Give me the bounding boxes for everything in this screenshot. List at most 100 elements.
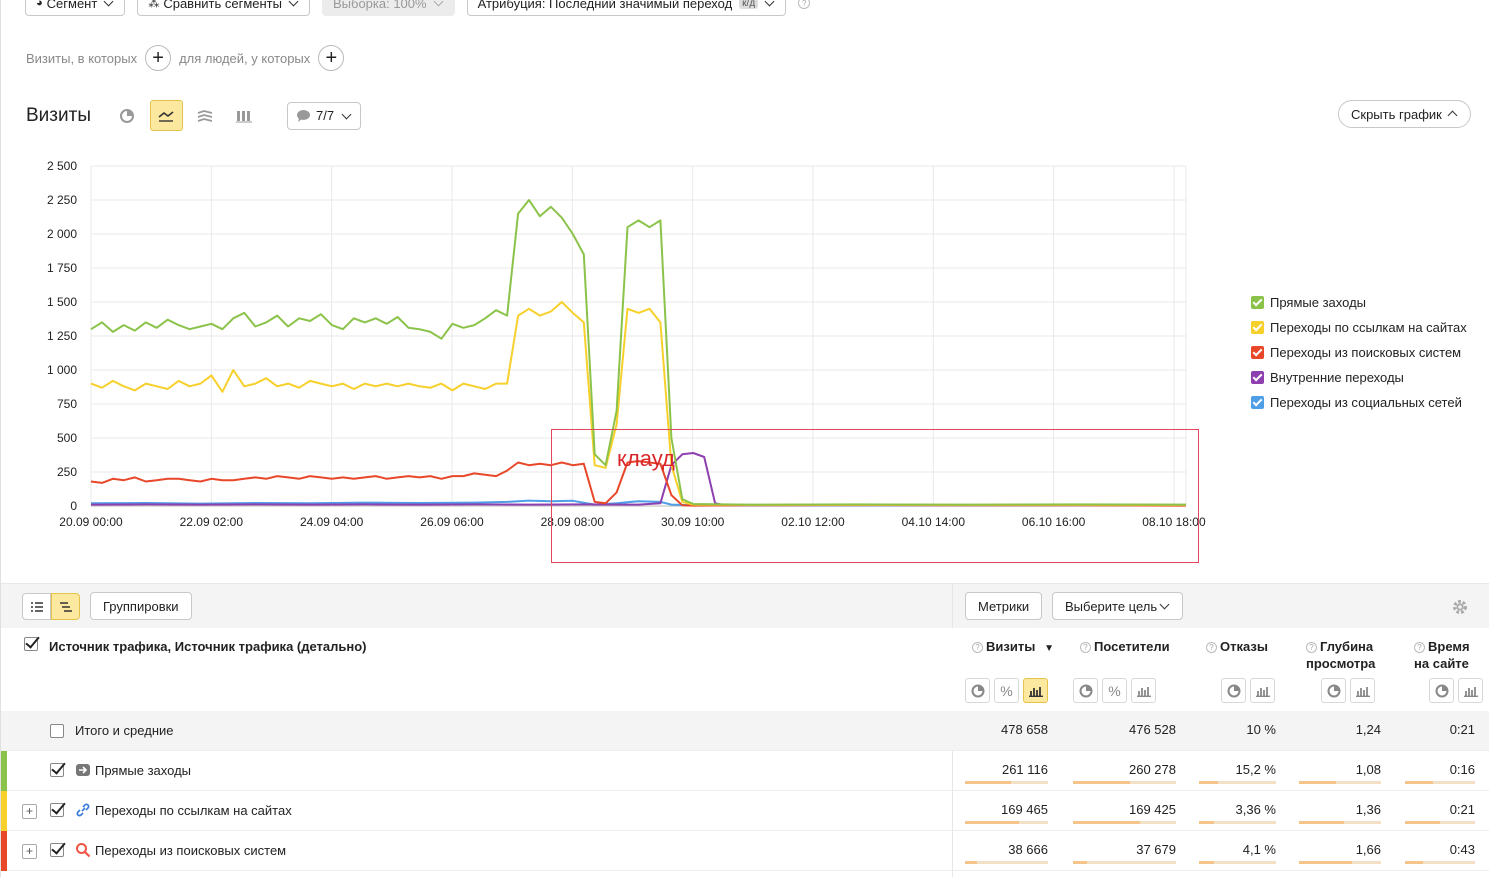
legend-label: Переходы из социальных сетей <box>1270 395 1462 410</box>
bar-chart-icon <box>1028 686 1043 697</box>
metric-name: Отказы <box>1220 639 1268 654</box>
row-value: 4,1 % <box>1242 842 1276 857</box>
help-icon[interactable]: ? <box>798 0 811 9</box>
table-row[interactable]: + Переходы из поисковых систем 38 666 37 67… <box>1 831 1489 871</box>
legend-item[interactable]: Переходы из поисковых систем <box>1251 340 1467 365</box>
metric-bar-toggle[interactable] <box>1458 678 1483 703</box>
row-checkbox[interactable] <box>50 803 64 817</box>
metric-header[interactable]: ? Отказы <box>1206 638 1268 655</box>
help-icon[interactable]: ? <box>972 642 983 653</box>
y-tick-label: 1 750 <box>47 261 77 275</box>
pie-chart-view-button[interactable] <box>111 100 144 131</box>
expand-row-button[interactable]: + <box>22 844 37 859</box>
tree-view-button[interactable] <box>51 593 80 620</box>
legend-label: Внутренние переходы <box>1270 370 1404 385</box>
attribution-button[interactable]: Атрибуция: Последний значимый переход к/… <box>466 0 787 16</box>
row-value: 0:21 <box>1449 802 1475 817</box>
bar-chart-view-button[interactable] <box>228 100 261 131</box>
expand-row-button[interactable]: + <box>22 804 37 819</box>
metric-pie-toggle[interactable] <box>1429 678 1454 703</box>
total-label: Итого и средние <box>75 723 174 738</box>
compare-segments-button[interactable]: ⁂ Сравнить сегменты <box>137 0 310 16</box>
row-value: 169 425 <box>1129 802 1176 817</box>
bar-chart-icon <box>1255 686 1270 697</box>
y-tick-label: 250 <box>57 465 77 479</box>
help-icon[interactable]: ? <box>1414 642 1425 653</box>
sort-desc-icon[interactable]: ▼ <box>1041 643 1054 654</box>
row-checkbox[interactable] <box>50 843 64 857</box>
metric-bar-toggle[interactable] <box>1023 678 1048 703</box>
sample-button[interactable]: Выборка: 100% <box>321 0 455 16</box>
y-tick-label: 2 500 <box>47 159 77 173</box>
pie-chart-icon <box>971 684 984 697</box>
legend-checkbox[interactable] <box>1251 346 1264 359</box>
line-chart-view-button[interactable] <box>149 100 183 131</box>
metric-bar-toggle[interactable] <box>1131 678 1156 703</box>
add-people-condition-button[interactable]: + <box>318 45 345 71</box>
legend-item[interactable]: Переходы из социальных сетей <box>1251 390 1467 415</box>
legend-checkbox[interactable] <box>1251 296 1264 309</box>
row-label[interactable]: Прямые заходы <box>95 763 191 778</box>
row-label[interactable]: Переходы по ссылкам на сайтах <box>95 803 292 818</box>
select-all-checkbox[interactable] <box>24 637 38 651</box>
row-value: 0:43 <box>1449 842 1475 857</box>
total-checkbox[interactable] <box>50 724 64 738</box>
groupings-button[interactable]: Группировки <box>90 592 192 620</box>
metric-pct-toggle[interactable]: % <box>1102 678 1127 703</box>
help-icon[interactable]: ? <box>1306 642 1317 653</box>
metric-name: Визиты <box>986 639 1036 654</box>
metric-pie-toggle[interactable] <box>1321 678 1346 703</box>
share-bar <box>1199 821 1276 824</box>
legend-checkbox[interactable] <box>1251 396 1264 409</box>
x-tick-label: 20.09 00:00 <box>59 515 123 529</box>
gear-icon[interactable] <box>1451 598 1469 616</box>
metric-pie-toggle[interactable] <box>1221 678 1246 703</box>
metric-bar-toggle[interactable] <box>1350 678 1375 703</box>
metric-pct-toggle[interactable]: % <box>994 678 1019 703</box>
list-view-button[interactable] <box>22 593 51 620</box>
annotations-button[interactable]: 7/7 <box>286 101 362 130</box>
area-chart-view-button[interactable] <box>189 100 222 131</box>
help-icon[interactable]: ? <box>1080 642 1091 653</box>
metric-view-icons: % <box>1073 678 1156 703</box>
metric-view-icons <box>1321 678 1375 703</box>
metric-header[interactable]: ? Время на сайте <box>1414 638 1470 672</box>
metric-header[interactable]: ? Посетители <box>1080 638 1170 655</box>
legend-item[interactable]: Прямые заходы <box>1251 290 1467 315</box>
metrics-button[interactable]: Метрики <box>965 592 1043 620</box>
area-chart-icon <box>198 109 213 122</box>
segment-button[interactable]: ◕ Сегмент <box>25 0 126 16</box>
row-value: 38 666 <box>1008 842 1048 857</box>
metric-bar-toggle[interactable] <box>1250 678 1275 703</box>
row-checkbox[interactable] <box>50 763 64 777</box>
table-row[interactable]: + Переходы по ссылкам на сайтах 169 465 169… <box>1 791 1489 831</box>
row-label[interactable]: Переходы из поисковых систем <box>95 843 286 858</box>
metric-header[interactable]: ? Визиты ▼ <box>972 638 1054 657</box>
hide-chart-button[interactable]: Скрыть график <box>1338 100 1471 128</box>
metric-name: Посетители <box>1094 639 1170 654</box>
table-toolbar: Группировки Метрики Выберите цель <box>1 583 1489 877</box>
add-visit-condition-button[interactable]: + <box>145 45 172 71</box>
share-bar <box>1299 781 1381 784</box>
legend-checkbox[interactable] <box>1251 371 1264 384</box>
dimension-title: Источник трафика, Источник трафика (дета… <box>49 639 367 654</box>
row-color-stripe <box>1 791 7 831</box>
row-color-stripe <box>1 751 7 791</box>
list-icon <box>30 601 43 612</box>
x-tick-label: 26.09 06:00 <box>420 515 484 529</box>
metrika-report: ◕ Сегмент ⁂ Сравнить сегменты Выборка: 1… <box>0 0 1489 877</box>
pie-icon: ◕ <box>36 0 43 9</box>
metric-pie-toggle[interactable] <box>1073 678 1098 703</box>
select-goal-button[interactable]: Выберите цель <box>1052 592 1184 620</box>
legend-checkbox[interactable] <box>1251 321 1264 334</box>
metric-view-icons <box>1429 678 1483 703</box>
pie-chart-icon <box>1435 684 1448 697</box>
share-bar <box>1405 821 1475 824</box>
metric-header[interactable]: ? Глубина просмотра <box>1306 638 1375 672</box>
legend-item[interactable]: Внутренние переходы <box>1251 365 1467 390</box>
table-row[interactable]: Прямые заходы 261 116 260 278 15,2 % 1,08 0:1… <box>1 751 1489 791</box>
metric-pie-toggle[interactable] <box>965 678 990 703</box>
share-bar <box>965 781 1048 784</box>
legend-item[interactable]: Переходы по ссылкам на сайтах <box>1251 315 1467 340</box>
help-icon[interactable]: ? <box>1206 642 1217 653</box>
